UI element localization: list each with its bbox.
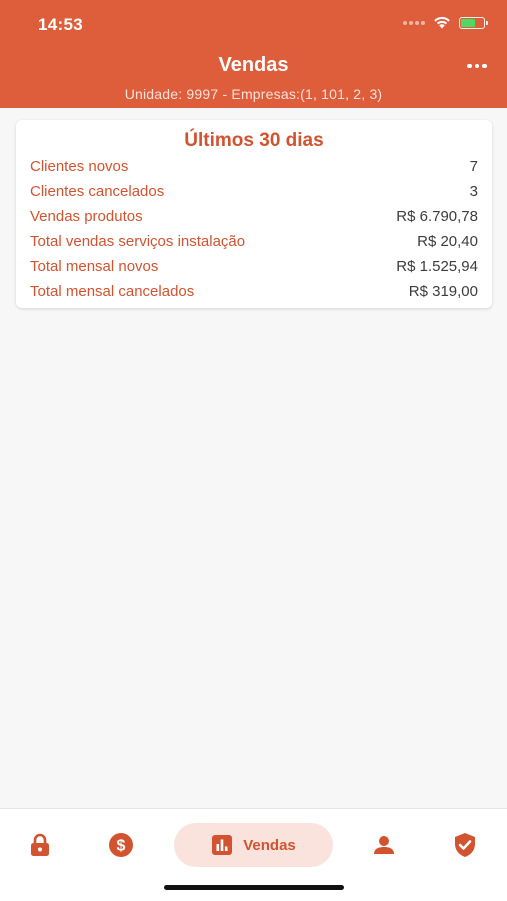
summary-row: Clientes cancelados 3 xyxy=(30,179,478,204)
app-header: 14:53 Vendas Unidade: 9997 - Empresas:(1… xyxy=(0,0,507,108)
summary-row-value: R$ 20,40 xyxy=(417,233,478,250)
summary-row-label: Clientes novos xyxy=(30,158,129,175)
summary-row-value: R$ 1.525,94 xyxy=(396,258,478,275)
bar-chart-icon xyxy=(212,835,233,855)
home-indicator[interactable] xyxy=(164,885,344,890)
summary-row-value: R$ 6.790,78 xyxy=(396,208,478,225)
wifi-icon xyxy=(434,16,450,29)
summary-row-label: Total mensal cancelados xyxy=(30,283,195,300)
nav-item-finance[interactable]: $ xyxy=(99,823,143,867)
svg-text:$: $ xyxy=(117,838,126,855)
summary-row-label: Total mensal novos xyxy=(30,258,159,275)
summary-row: Vendas produtos R$ 6.790,78 xyxy=(30,204,478,229)
nav-item-lock[interactable] xyxy=(18,823,62,867)
summary-row: Total mensal novos R$ 1.525,94 xyxy=(30,254,478,279)
summary-row-value: R$ 319,00 xyxy=(408,283,478,300)
status-time: 14:53 xyxy=(38,15,83,34)
person-icon xyxy=(374,836,394,854)
shield-check-icon xyxy=(455,833,475,857)
nav-item-vendas[interactable]: Vendas xyxy=(174,823,333,867)
nav-item-security[interactable] xyxy=(443,823,487,867)
cellular-signal-icon xyxy=(403,20,425,25)
summary-row-label: Vendas produtos xyxy=(30,208,143,225)
summary-row: Clientes novos 7 xyxy=(30,154,478,179)
nav-item-profile[interactable] xyxy=(362,823,406,867)
summary-row-label: Total vendas serviços instalação xyxy=(30,233,246,250)
unit-subtitle: Unidade: 9997 - Empresas:(1, 101, 2, 3) xyxy=(124,86,383,102)
more-options-button[interactable] xyxy=(465,56,489,76)
summary-row-label: Clientes cancelados xyxy=(30,183,165,200)
lock-icon xyxy=(31,833,49,856)
summary-card-title: Últimos 30 dias xyxy=(184,130,324,151)
battery-icon xyxy=(459,16,488,29)
summary-row: Total mensal cancelados R$ 319,00 xyxy=(30,279,478,304)
summary-card: Últimos 30 dias Clientes novos 7 Cliente… xyxy=(16,120,492,308)
dollar-circle-icon: $ xyxy=(109,833,133,857)
page-title: Vendas xyxy=(218,54,289,76)
nav-item-vendas-label: Vendas xyxy=(243,836,296,854)
status-indicators xyxy=(403,16,488,29)
summary-row-value: 7 xyxy=(469,158,478,175)
summary-row-value: 3 xyxy=(469,183,478,200)
summary-row: Total vendas serviços instalação R$ 20,4… xyxy=(30,229,478,254)
